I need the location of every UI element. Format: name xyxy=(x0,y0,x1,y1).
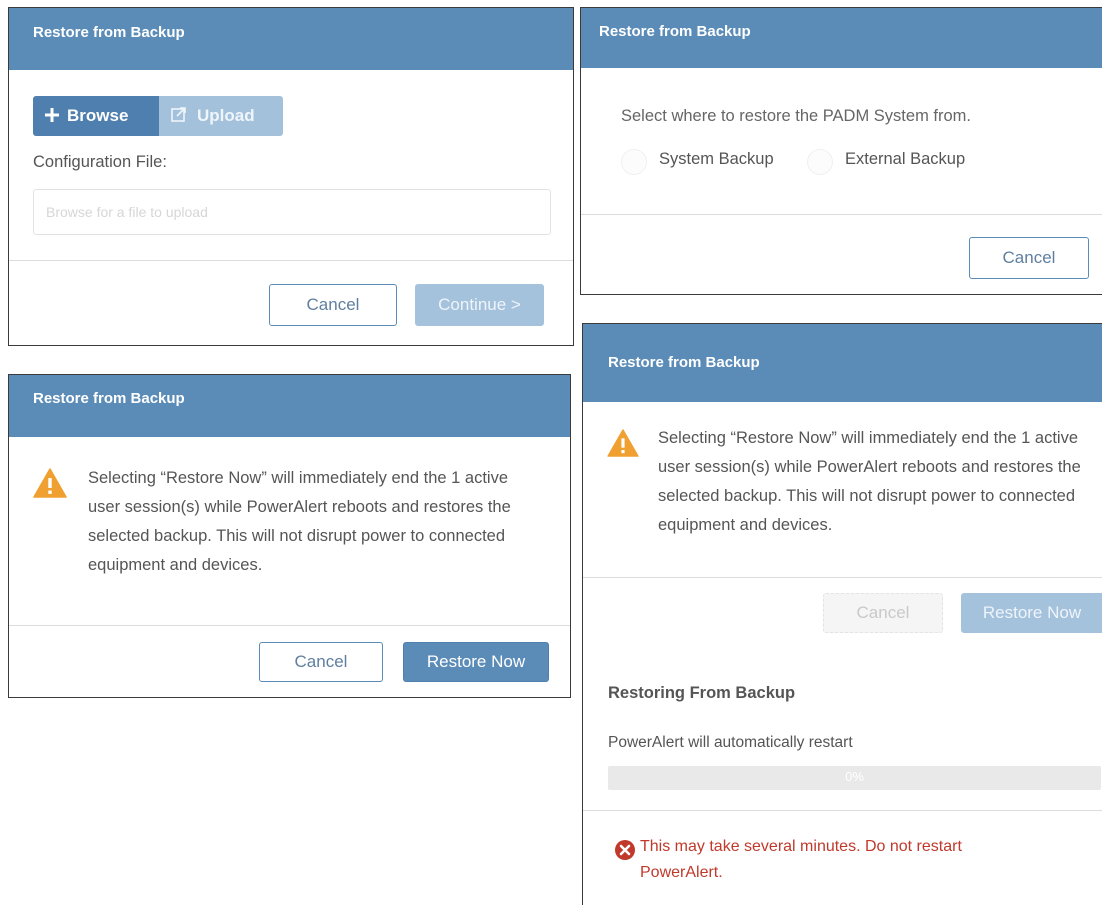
dialog-title: Restore from Backup xyxy=(33,390,185,407)
cancel-button[interactable]: Cancel xyxy=(969,237,1089,279)
dialog-title: Restore from Backup xyxy=(33,24,185,41)
footer-divider xyxy=(581,214,1102,215)
restore-dialog-confirm: Restore from Backup Selecting “Restore N… xyxy=(8,374,571,698)
upload-button[interactable]: Upload xyxy=(159,96,283,136)
warning-message: Selecting “Restore Now” will immediately… xyxy=(658,429,1081,534)
radio-circle[interactable] xyxy=(807,149,833,175)
dialog-title: Restore from Backup xyxy=(599,23,751,40)
error-message: This may take several minutes. Do not re… xyxy=(640,838,962,881)
cancel-button[interactable]: Cancel xyxy=(259,642,383,682)
dialog-header: Restore from Backup xyxy=(581,8,1102,68)
section-divider xyxy=(583,810,1102,811)
restoring-title: Restoring From Backup xyxy=(608,684,796,702)
warning-icon xyxy=(33,468,67,503)
dialog-title: Restore from Backup xyxy=(608,354,760,371)
configuration-file-input[interactable] xyxy=(34,190,550,234)
footer-divider xyxy=(9,260,573,261)
upload-icon xyxy=(171,97,187,137)
radio-external-backup[interactable]: External Backup xyxy=(807,147,987,177)
restore-now-button[interactable]: Restore Now xyxy=(961,593,1102,633)
radio-label: External Backup xyxy=(845,150,966,168)
radio-label: System Backup xyxy=(659,150,774,168)
restore-dialog-upload: Restore from Backup Browse Upload Config… xyxy=(8,7,574,346)
restore-dialog-source: Restore from Backup Select where to rest… xyxy=(580,7,1102,295)
progress-percent: 0% xyxy=(845,769,864,784)
configuration-file-label: Configuration File: xyxy=(33,153,167,171)
browse-label: Browse xyxy=(67,106,129,125)
warning-icon xyxy=(607,429,639,462)
upload-label: Upload xyxy=(197,106,255,125)
warning-message: Selecting “Restore Now” will immediately… xyxy=(88,469,511,574)
configuration-file-field[interactable] xyxy=(33,189,551,235)
error-icon xyxy=(614,839,636,866)
restore-progress-bar: 0% xyxy=(608,766,1101,790)
cancel-button[interactable]: Cancel xyxy=(823,593,943,633)
dialog-header: Restore from Backup xyxy=(9,8,573,70)
dialog-header: Restore from Backup xyxy=(9,375,570,437)
radio-system-backup[interactable]: System Backup xyxy=(621,147,791,177)
continue-button[interactable]: Continue > xyxy=(415,284,544,326)
cancel-button[interactable]: Cancel xyxy=(269,284,397,326)
section-divider xyxy=(583,577,1102,578)
radio-circle[interactable] xyxy=(621,149,647,175)
restart-note: PowerAlert will automatically restart xyxy=(608,734,853,751)
browse-button[interactable]: Browse xyxy=(33,96,159,136)
restore-dialog-progress: Restore from Backup Selecting “Restore N… xyxy=(582,323,1102,905)
restore-source-prompt: Select where to restore the PADM System … xyxy=(621,107,971,125)
plus-icon xyxy=(45,97,59,137)
dialog-header: Restore from Backup xyxy=(583,324,1102,402)
footer-divider xyxy=(9,625,570,626)
restore-now-button[interactable]: Restore Now xyxy=(403,642,549,682)
